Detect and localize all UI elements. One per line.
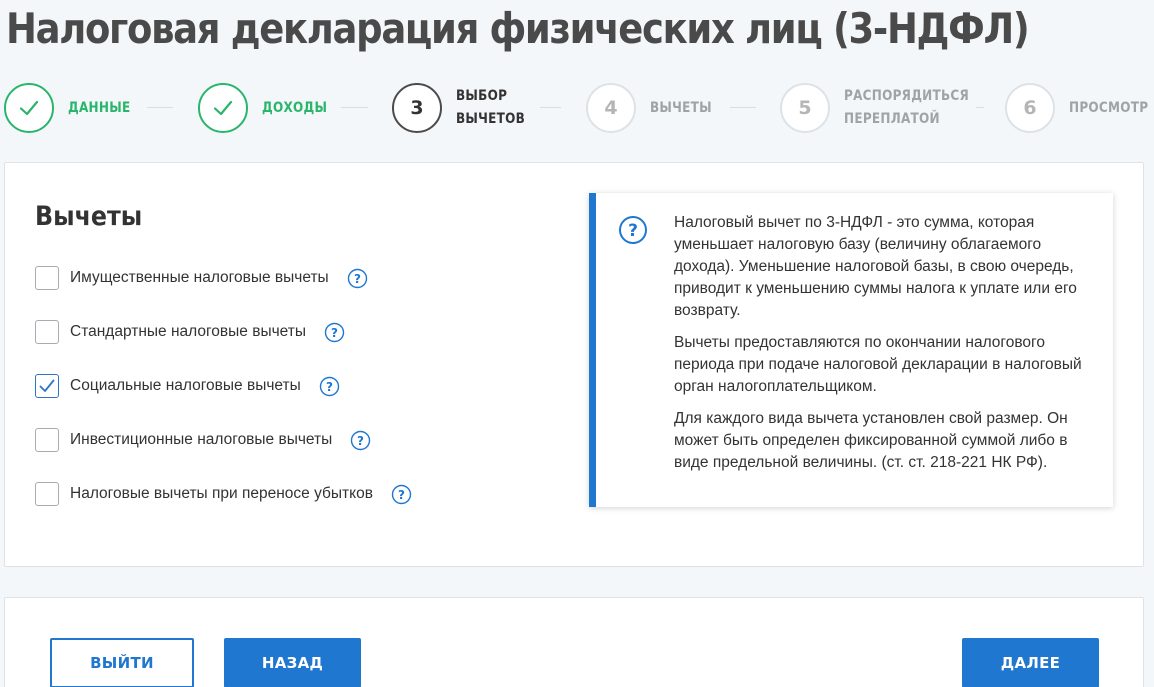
option-property[interactable]: Имущественные налоговые вычеты ? bbox=[35, 266, 368, 290]
question-circle-icon[interactable]: ? bbox=[347, 268, 368, 289]
step-deductions[interactable]: 4 Вычеты bbox=[586, 82, 722, 134]
svg-text:?: ? bbox=[326, 380, 333, 394]
checkbox[interactable] bbox=[35, 266, 59, 290]
question-circle-icon: ? bbox=[619, 216, 647, 244]
info-paragraph: Для каждого вида вычета установлен свой … bbox=[674, 410, 1068, 471]
checkbox[interactable] bbox=[35, 482, 59, 506]
step-data[interactable]: Данные bbox=[4, 82, 141, 134]
option-label[interactable]: Социальные налоговые вычеты bbox=[70, 377, 301, 395]
page-title: Налоговая декларация физических лиц (3-Н… bbox=[6, 4, 1030, 53]
step-label: Распорядиться переплатой bbox=[844, 88, 970, 127]
question-circle-icon[interactable]: ? bbox=[391, 484, 412, 505]
info-paragraph: Вычеты предоставляются по окончании нало… bbox=[674, 334, 1082, 395]
option-investment[interactable]: Инвестиционные налоговые вычеты ? bbox=[35, 428, 371, 452]
actions-bar: ВЫЙТИ НАЗАД ДАЛЕЕ bbox=[4, 597, 1144, 687]
option-label[interactable]: Инвестиционные налоговые вычеты bbox=[70, 431, 332, 449]
checkbox[interactable] bbox=[35, 428, 59, 452]
step-label: Выбор вычетов bbox=[456, 88, 526, 127]
step-connector bbox=[147, 107, 173, 108]
step-connector bbox=[730, 107, 756, 108]
option-social[interactable]: Социальные налоговые вычеты ? bbox=[35, 374, 340, 398]
svg-text:?: ? bbox=[331, 326, 338, 340]
svg-text:?: ? bbox=[354, 272, 361, 286]
info-panel: ? Налоговый вычет по 3-НДФЛ - это сумма,… bbox=[589, 193, 1113, 507]
step-deduction-choice[interactable]: 3 Выбор вычетов bbox=[392, 82, 536, 134]
step-overpayment[interactable]: 5 Распорядиться переплатой bbox=[780, 82, 989, 134]
checkbox-checked[interactable] bbox=[35, 374, 59, 398]
exit-button[interactable]: ВЫЙТИ bbox=[50, 638, 194, 687]
progress-stepper: Данные Доходы 3 Выбор вычетов 4 Вычеты 5… bbox=[0, 82, 1154, 134]
next-button[interactable]: ДАЛЕЕ bbox=[962, 638, 1099, 687]
option-label[interactable]: Стандартные налоговые вычеты bbox=[70, 323, 306, 341]
option-label[interactable]: Имущественные налоговые вычеты bbox=[70, 269, 329, 287]
step-connector bbox=[341, 107, 368, 108]
step-circle bbox=[198, 83, 248, 133]
back-button[interactable]: НАЗАД bbox=[224, 638, 361, 687]
step-connector bbox=[540, 107, 561, 108]
step-label: Данные bbox=[68, 99, 131, 116]
option-standard[interactable]: Стандартные налоговые вычеты ? bbox=[35, 320, 345, 344]
option-loss-carryforward[interactable]: Налоговые вычеты при переносе убытков ? bbox=[35, 482, 412, 506]
step-number: 6 bbox=[1005, 83, 1055, 133]
option-label[interactable]: Налоговые вычеты при переносе убытков bbox=[70, 485, 373, 503]
question-circle-icon[interactable]: ? bbox=[350, 430, 371, 451]
svg-text:?: ? bbox=[628, 221, 638, 241]
question-circle-icon[interactable]: ? bbox=[319, 376, 340, 397]
info-paragraph: Налоговый вычет по 3-НДФЛ - это сумма, к… bbox=[674, 214, 1077, 319]
section-title: Вычеты bbox=[35, 201, 143, 232]
step-preview[interactable]: 6 Просмотр bbox=[1005, 82, 1154, 134]
step-circle bbox=[4, 83, 54, 133]
svg-text:?: ? bbox=[398, 488, 405, 502]
check-icon bbox=[19, 100, 39, 116]
checkbox[interactable] bbox=[35, 320, 59, 344]
step-number: 5 bbox=[780, 83, 830, 133]
svg-text:?: ? bbox=[357, 434, 364, 448]
step-number: 3 bbox=[392, 83, 442, 133]
step-label: Доходы bbox=[262, 99, 328, 116]
deductions-card: Вычеты Имущественные налоговые вычеты ? … bbox=[4, 162, 1144, 567]
step-income[interactable]: Доходы bbox=[198, 82, 338, 134]
step-number: 4 bbox=[586, 83, 636, 133]
info-text: Налоговый вычет по 3-НДФЛ - это сумма, к… bbox=[674, 212, 1099, 484]
step-label: Просмотр bbox=[1069, 99, 1149, 116]
step-label: Вычеты bbox=[650, 99, 712, 116]
check-icon bbox=[213, 100, 233, 116]
question-circle-icon[interactable]: ? bbox=[324, 322, 345, 343]
check-icon bbox=[39, 379, 55, 392]
